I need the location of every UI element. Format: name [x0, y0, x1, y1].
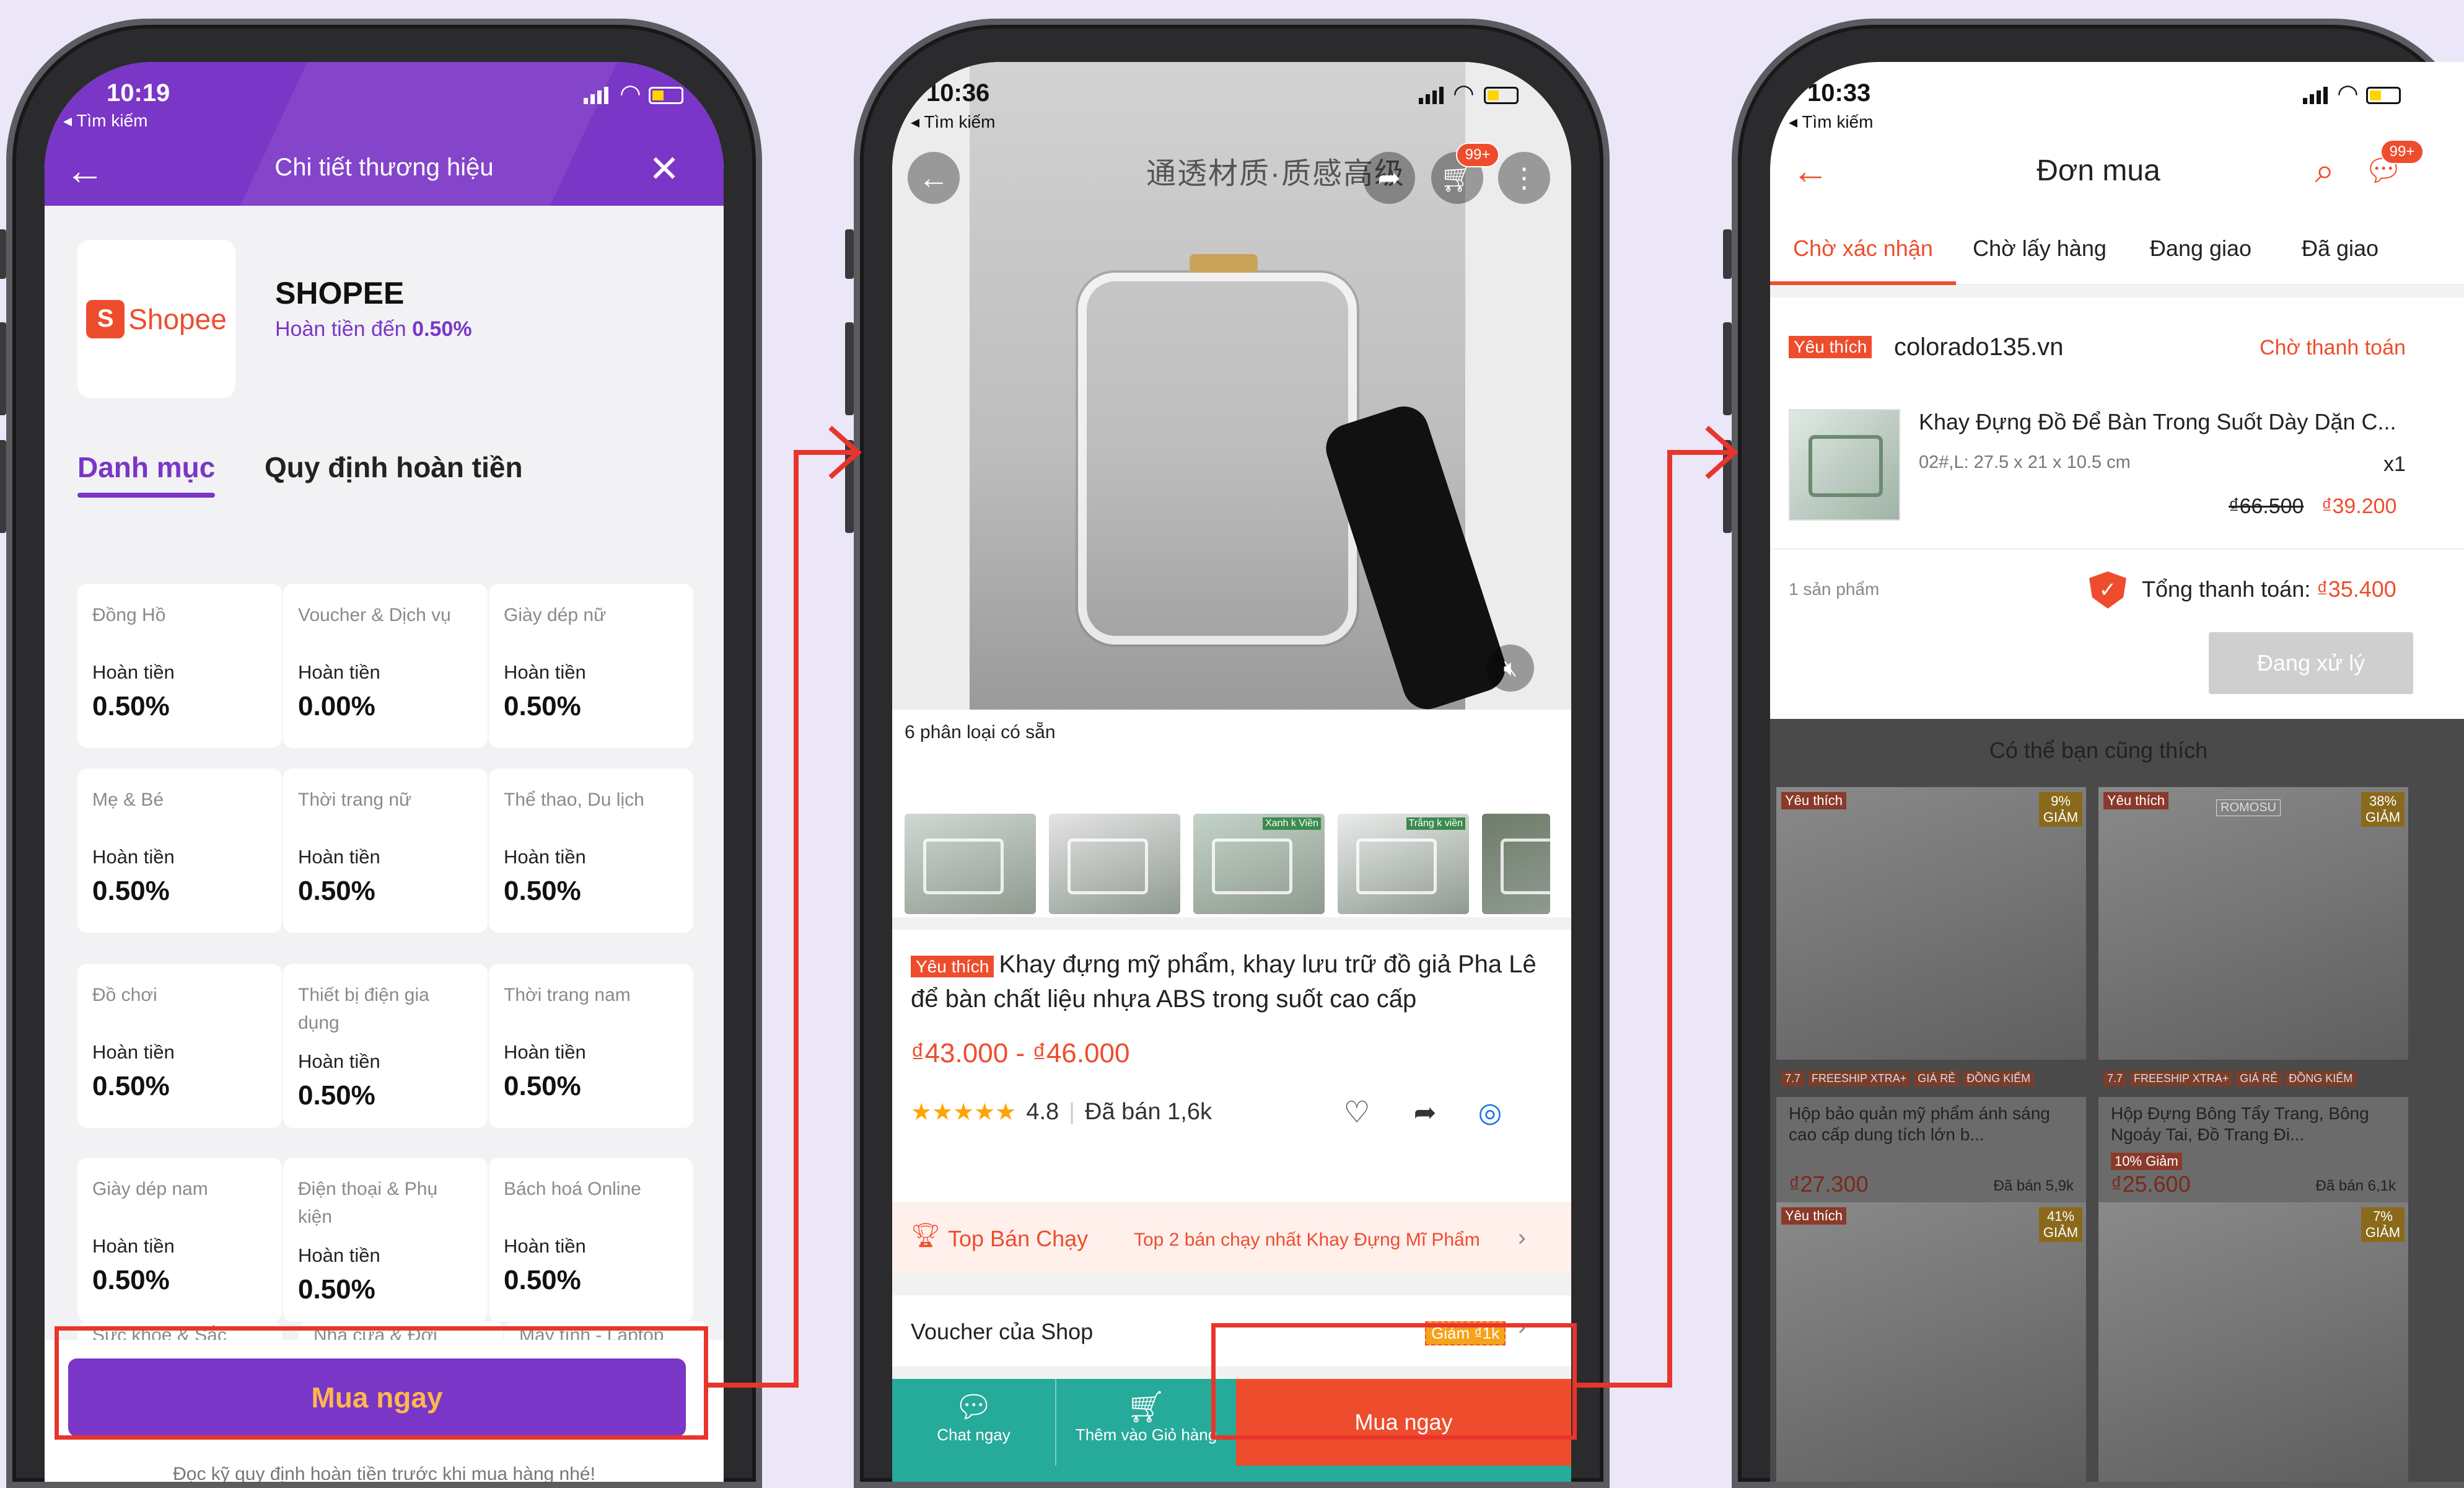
flow-arrow-2 — [1577, 426, 1739, 1388]
flow-arrow-1 — [708, 426, 862, 1388]
flow-arrows — [708, 426, 1739, 1388]
